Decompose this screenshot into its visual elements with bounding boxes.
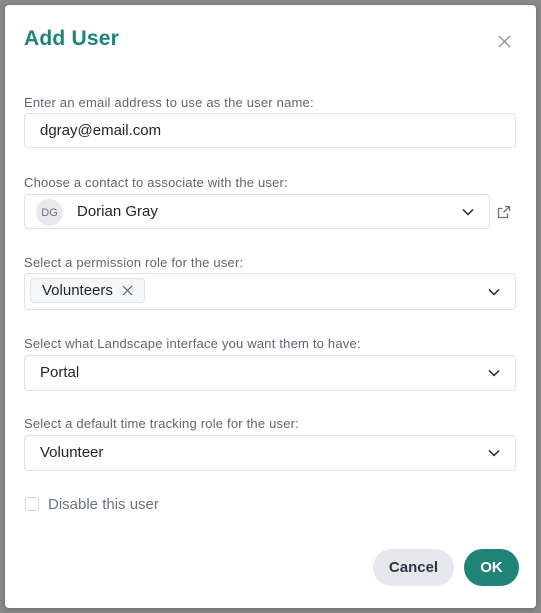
avatar: DG (36, 199, 63, 226)
email-label: Enter an email address to use as the use… (24, 95, 314, 110)
add-user-dialog: Add User Enter an email address to use a… (5, 5, 536, 608)
time-tracking-label: Select a default time tracking role for … (24, 416, 299, 431)
dialog-title: Add User (24, 27, 119, 50)
close-button[interactable] (493, 30, 515, 52)
chevron-down-icon[interactable] (487, 447, 501, 459)
interface-value: Portal (40, 364, 80, 381)
ok-button[interactable]: OK (464, 549, 519, 586)
interface-label: Select what Landscape interface you want… (24, 336, 361, 351)
permission-select[interactable]: Volunteers (24, 273, 516, 310)
disable-user-checkbox[interactable] (25, 497, 39, 511)
interface-select[interactable]: Portal (24, 355, 516, 391)
email-field[interactable]: dgray@email.com (24, 113, 516, 148)
time-tracking-select[interactable]: Volunteer (24, 435, 516, 471)
cancel-button[interactable]: Cancel (373, 549, 454, 586)
time-tracking-value: Volunteer (40, 444, 104, 461)
email-value[interactable]: dgray@email.com (40, 122, 161, 139)
role-tag-label: Volunteers (42, 282, 113, 299)
contact-label: Choose a contact to associate with the u… (24, 175, 288, 190)
external-link-icon[interactable] (496, 204, 512, 220)
contact-select[interactable]: DG Dorian Gray (24, 194, 490, 229)
disable-user-label[interactable]: Disable this user (48, 496, 159, 513)
chevron-down-icon[interactable] (461, 206, 475, 218)
permission-label: Select a permission role for the user: (24, 255, 244, 270)
remove-tag-icon[interactable] (122, 285, 133, 296)
close-icon[interactable] (498, 35, 511, 48)
contact-name: Dorian Gray (77, 203, 158, 220)
role-tag: Volunteers (30, 278, 145, 303)
chevron-down-icon[interactable] (487, 286, 501, 298)
chevron-down-icon[interactable] (487, 367, 501, 379)
